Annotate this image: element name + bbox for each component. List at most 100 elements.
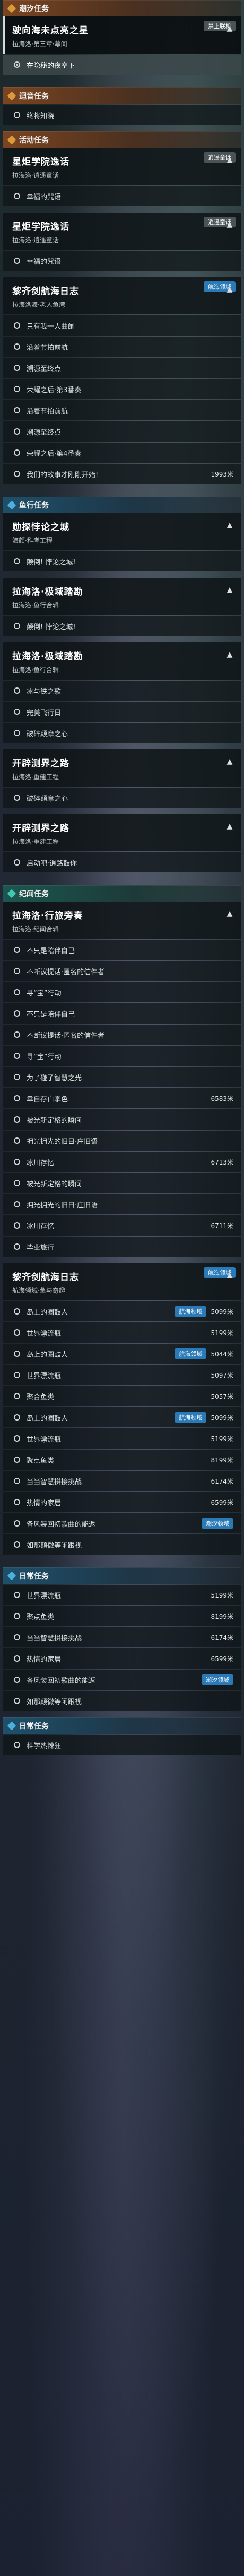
section-header[interactable]: 纪闻任务 xyxy=(3,885,241,902)
quest-step[interactable]: 热情的家居 6599米 xyxy=(3,1648,241,1669)
quest-step[interactable]: 如那颠微等闲跟视 xyxy=(3,1691,241,1711)
quest-title: 拉海洛·极域踏勘 xyxy=(12,651,83,662)
quest-step[interactable]: 冰川存忆 6711米 xyxy=(3,1215,241,1236)
quest-step[interactable]: 完美飞行日 xyxy=(3,702,241,722)
quest-section: 日常任务 世界漂流瓶 5199米 聚点鱼类 8199米 当当智慧拼接挑战 6174米 热情的家… xyxy=(3,1567,241,1717)
chevron-up-icon[interactable]: ▲ xyxy=(225,822,234,831)
quest-step[interactable]: 如那颠微等闲跟视 xyxy=(3,1534,241,1555)
quest-card[interactable]: 开辟测界之路 拉海洛·重建工程 ▲ xyxy=(3,749,241,787)
step-label: 幸福的咒语 xyxy=(27,193,62,201)
quest-card[interactable]: 开辟测界之路 拉海洛·重建工程 ▲ xyxy=(3,814,241,851)
step-label: 不断议提话·匿名的信件者 xyxy=(27,1031,105,1040)
quest-card[interactable]: 黎齐剑航海日志 拉海洛海·老人鱼湾 航海领域 ▲ xyxy=(3,277,241,314)
quest-subtitle: 拉海洛·逍遥童话 xyxy=(12,236,59,244)
section-title: 活动任务 xyxy=(19,136,49,145)
section-header[interactable]: 鱼行任务 xyxy=(3,497,241,513)
chevron-up-icon[interactable]: ▲ xyxy=(225,285,234,294)
quest-step[interactable]: 颠倒! 悖论之城! xyxy=(3,551,241,571)
quest-step[interactable]: 聚点鱼类 8199米 xyxy=(3,1606,241,1626)
step-label: 冰川存忆 xyxy=(27,1222,55,1231)
quest-card[interactable]: 黎齐剑航海日志 航海领域·鱼与奇趣 航海领域 ▲ xyxy=(3,1263,241,1300)
step-label: 破碎颠摩之心 xyxy=(27,730,68,738)
quest-step[interactable]: 世界漂流瓶 5199米 xyxy=(3,1428,241,1449)
step-distance: 8199米 xyxy=(211,1612,233,1620)
step-radio-icon xyxy=(14,709,20,715)
quest-step[interactable]: 被光新定格的瞬间 xyxy=(3,1173,241,1193)
quest-step[interactable]: 沿着节拍前航 xyxy=(3,400,241,420)
quest-step[interactable]: 不只是陪伴自己 xyxy=(3,1003,241,1024)
section-header[interactable]: 活动任务 xyxy=(3,131,241,148)
quest-step[interactable]: 不断议提话·匿名的信件者 xyxy=(3,961,241,981)
quest-step[interactable]: 聚点鱼类 8199米 xyxy=(3,1450,241,1470)
quest-card[interactable]: 拉海洛·行旅旁奏 拉海洛·纪闻合辑 ▲ xyxy=(3,902,241,939)
chevron-up-icon[interactable]: ▲ xyxy=(225,521,234,530)
quest-step[interactable]: 为了碰子智慧之光 xyxy=(3,1067,241,1087)
quest-step[interactable]: 被光新定格的瞬间 xyxy=(3,1109,241,1130)
quest-step[interactable]: 荣耀之后·第4番奏 xyxy=(3,443,241,463)
quest-step[interactable]: 沿着节拍前航 xyxy=(3,337,241,357)
step-label: 溯源至终点 xyxy=(27,365,62,373)
quest-step[interactable]: 岛上的圈鼓人 航海领域 5099米 xyxy=(3,1301,241,1321)
quest-step[interactable]: 幸福的咒语 xyxy=(3,186,241,206)
section-header[interactable]: 日常任务 xyxy=(3,1567,241,1584)
quest-step[interactable]: 我们的故事才刚刚开始! 1993米 xyxy=(3,464,241,484)
chevron-up-icon[interactable]: ▲ xyxy=(225,220,234,230)
quest-step[interactable]: 荣耀之后·第3番奏 xyxy=(3,379,241,399)
chevron-up-icon[interactable]: ▲ xyxy=(225,24,234,33)
quest-step[interactable]: 世界漂流瓶 5199米 xyxy=(3,1322,241,1343)
quest-step[interactable]: 当当智慧拼接挑战 6174米 xyxy=(3,1471,241,1491)
step-radio-icon xyxy=(14,1634,20,1640)
quest-step[interactable]: 幸自存白掌色 6583米 xyxy=(3,1088,241,1108)
quest-step[interactable]: 冰与铁之歌 xyxy=(3,681,241,701)
section-header[interactable]: 潮汐任务 xyxy=(3,0,241,16)
quest-step[interactable]: 拥光拥光的旧日·庄旧语 xyxy=(3,1194,241,1214)
quest-step[interactable]: 当当智慧拼接挑战 6174米 xyxy=(3,1627,241,1647)
section-header[interactable]: 迴音任务 xyxy=(3,87,241,104)
quest-step[interactable]: 备风装回初歌曲的能返 潮汐领域 xyxy=(3,1670,241,1690)
quest-step[interactable]: 岛上的圈鼓人 航海领域 5044米 xyxy=(3,1344,241,1364)
chevron-up-icon[interactable]: ▲ xyxy=(225,585,234,595)
quest-step[interactable]: 世界漂流瓶 5097米 xyxy=(3,1365,241,1385)
quest-step[interactable]: 拥光拥光的旧日·庄旧语 xyxy=(3,1131,241,1151)
quest-step[interactable]: 不断议提话·匿名的信件者 xyxy=(3,1025,241,1045)
quest-step[interactable]: 只有我一人曲阑 xyxy=(3,315,241,336)
quest-step[interactable]: 颠倒! 悖论之城! xyxy=(3,616,241,636)
quest-step[interactable]: 破碎颠摩之心 xyxy=(3,788,241,808)
quest-step[interactable]: 不只是陪伴自己 xyxy=(3,940,241,960)
quest-step[interactable]: 世界漂流瓶 5199米 xyxy=(3,1585,241,1605)
quest-step[interactable]: 毕业旅行 xyxy=(3,1237,241,1257)
quest-step[interactable]: 岛上的圈鼓人 航海领域 5099米 xyxy=(3,1407,241,1427)
quest-card[interactable]: 勋探悖论之城 海颜·科考工程 ▲ xyxy=(3,513,241,550)
chevron-up-icon[interactable]: ▲ xyxy=(225,909,234,919)
step-badge: 潮汐领域 xyxy=(202,1518,233,1529)
chevron-up-icon[interactable]: ▲ xyxy=(225,650,234,659)
quest-step[interactable]: 终将知晓 xyxy=(3,105,241,125)
quest-step[interactable]: 在隐秘的夜空下 xyxy=(3,55,241,75)
quest-step[interactable]: 幸福的咒语 xyxy=(3,251,241,271)
quest-step[interactable]: 溯源至终点 xyxy=(3,358,241,378)
quest-step[interactable]: 溯源至终点 xyxy=(3,421,241,442)
step-radio-icon xyxy=(14,1180,20,1186)
quest-step[interactable]: 热情的家居 6599米 xyxy=(3,1492,241,1512)
section-header[interactable]: 日常任务 xyxy=(3,1717,241,1734)
step-radio-icon xyxy=(14,1613,20,1619)
quest-card[interactable]: 拉海洛·极域踏勘 拉海洛·鱼行合辑 ▲ xyxy=(3,642,241,680)
chevron-up-icon[interactable]: ▲ xyxy=(225,155,234,165)
quest-step[interactable]: 寻“宝”行动 xyxy=(3,982,241,1002)
quest-card[interactable]: 星炬学院逸话 拉海洛·逍遥童话 逍遥童话 ▲ xyxy=(3,213,241,250)
quest-card[interactable]: 驶向海未点亮之星 拉海洛·第三章·幕间 禁止联机 ▲ xyxy=(3,16,241,54)
step-label: 热情的家居 xyxy=(27,1655,62,1664)
quest-step[interactable]: 聚合鱼类 5057米 xyxy=(3,1386,241,1406)
step-distance: 6599米 xyxy=(211,1498,233,1506)
quest-step[interactable]: 破碎颠摩之心 xyxy=(3,723,241,743)
quest-step[interactable]: 冰川存忆 6713米 xyxy=(3,1152,241,1172)
step-label: 颠倒! 悖论之城! xyxy=(27,558,76,567)
quest-step[interactable]: 备风装回初歌曲的能返 潮汐领域 xyxy=(3,1513,241,1533)
quest-card[interactable]: 星炬学院逸话 拉海洛·逍遥童话 逍遥童话 ▲ xyxy=(3,148,241,185)
quest-step[interactable]: 启动吧·逍路鼓你 xyxy=(3,852,241,872)
quest-card[interactable]: 拉海洛·极域踏勘 拉海洛·鱼行合辑 ▲ xyxy=(3,578,241,615)
quest-step[interactable]: 科学热辣狂 xyxy=(3,1735,241,1755)
chevron-up-icon[interactable]: ▲ xyxy=(225,1271,234,1280)
chevron-up-icon[interactable]: ▲ xyxy=(225,757,234,766)
quest-step[interactable]: 寻“宝”行动 xyxy=(3,1046,241,1066)
